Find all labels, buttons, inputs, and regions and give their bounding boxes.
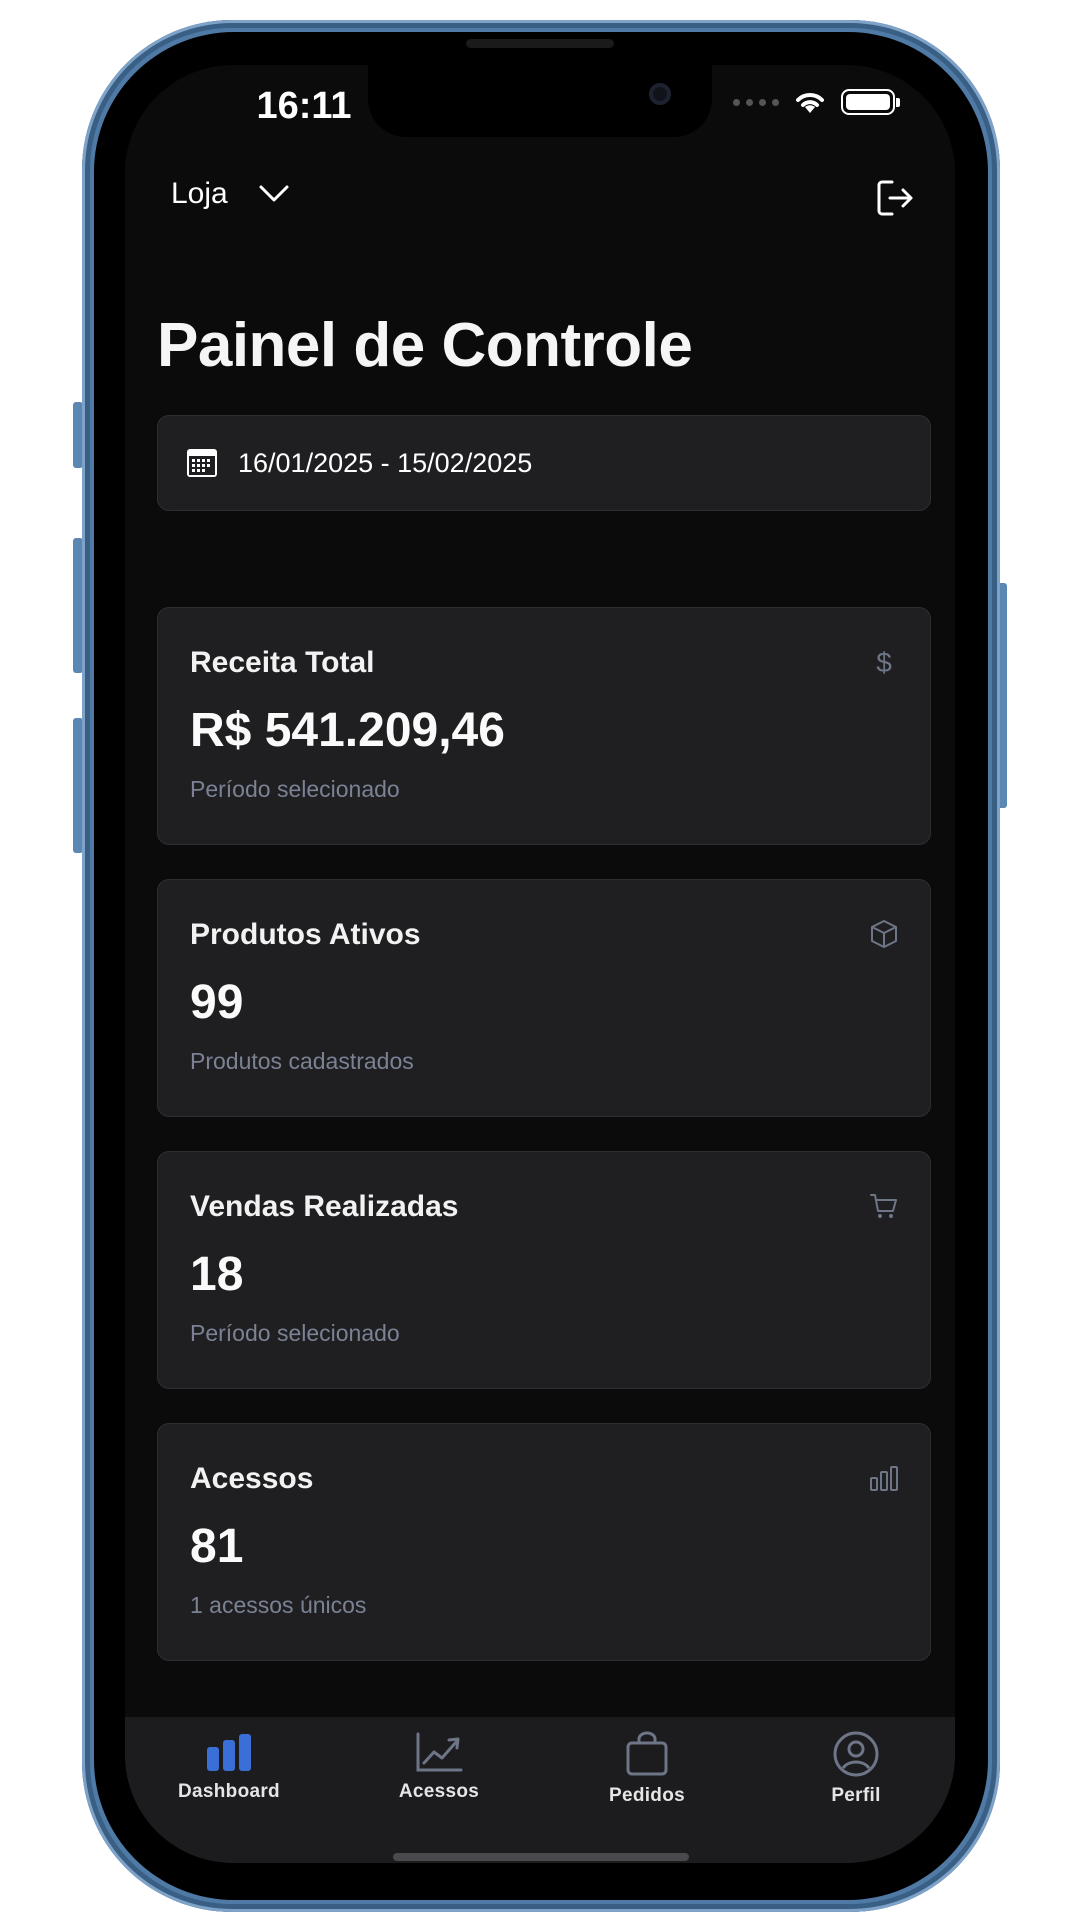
tab-label: Dashboard [178,1781,280,1802]
front-camera [649,83,671,105]
tab-label: Perfil [831,1785,881,1806]
card-value: 81 [190,1520,244,1573]
wifi-icon [796,93,824,113]
dollar-icon: $ [876,647,892,678]
card-value: 18 [190,1248,244,1301]
chevron-down-icon [259,185,289,202]
svg-text:$: $ [876,647,892,678]
bottom-tab-bar: Dashboard Acessos Pedidos Perfil [125,1717,955,1863]
card-value: R$ 541.209,46 [190,704,505,757]
card-value: 99 [190,976,244,1029]
calendar-icon [187,449,217,477]
logout-icon[interactable] [874,177,916,219]
shopping-bag-icon [626,1731,668,1776]
notch [368,65,712,137]
bar-chart-icon [207,1734,251,1771]
tab-pedidos[interactable]: Pedidos [572,1731,722,1807]
line-chart-icon [416,1732,463,1772]
tab-acessos[interactable]: Acessos [364,1731,514,1803]
card-subtitle: Período selecionado [190,1320,400,1346]
bars-icon [870,1466,898,1491]
sales-card: Vendas Realizadas 18 Período selecionado [157,1151,931,1389]
app-screen: 16:11 Loja Painel de Controle 16/01/2025… [125,65,955,1863]
status-indicators [733,89,900,115]
visits-card: Acessos 81 1 acessos únicos [157,1423,931,1661]
store-label: Loja [171,177,228,210]
card-subtitle: Produtos cadastrados [190,1048,414,1074]
card-title: Vendas Realizadas [190,1190,459,1223]
home-indicator [393,1853,689,1861]
tab-label: Acessos [398,1781,480,1802]
battery-icon [841,89,900,115]
cart-icon [870,1194,897,1218]
tab-dashboard[interactable]: Dashboard [154,1731,304,1803]
date-range-value: 16/01/2025 - 15/02/2025 [238,447,533,478]
card-subtitle: 1 acessos únicos [190,1592,367,1618]
signal-dots-icon [733,98,779,106]
date-range-picker[interactable]: 16/01/2025 - 15/02/2025 [157,415,931,511]
speaker [466,39,614,48]
card-title: Produtos Ativos [190,918,421,951]
status-time: 16:11 [256,85,352,127]
tab-label: Pedidos [608,1785,685,1806]
card-subtitle: Período selecionado [190,776,400,802]
tab-perfil[interactable]: Perfil [781,1731,931,1807]
revenue-card: Receita Total $ R$ 541.209,46 Período se… [157,607,931,845]
card-title: Receita Total [190,646,375,679]
package-icon [871,920,897,948]
card-title: Acessos [190,1462,314,1495]
page-title: Painel de Controle [157,311,693,380]
store-selector[interactable]: Loja [171,177,290,211]
user-circle-icon [833,1731,879,1777]
products-card: Produtos Ativos 99 Produtos cadastrados [157,879,931,1117]
